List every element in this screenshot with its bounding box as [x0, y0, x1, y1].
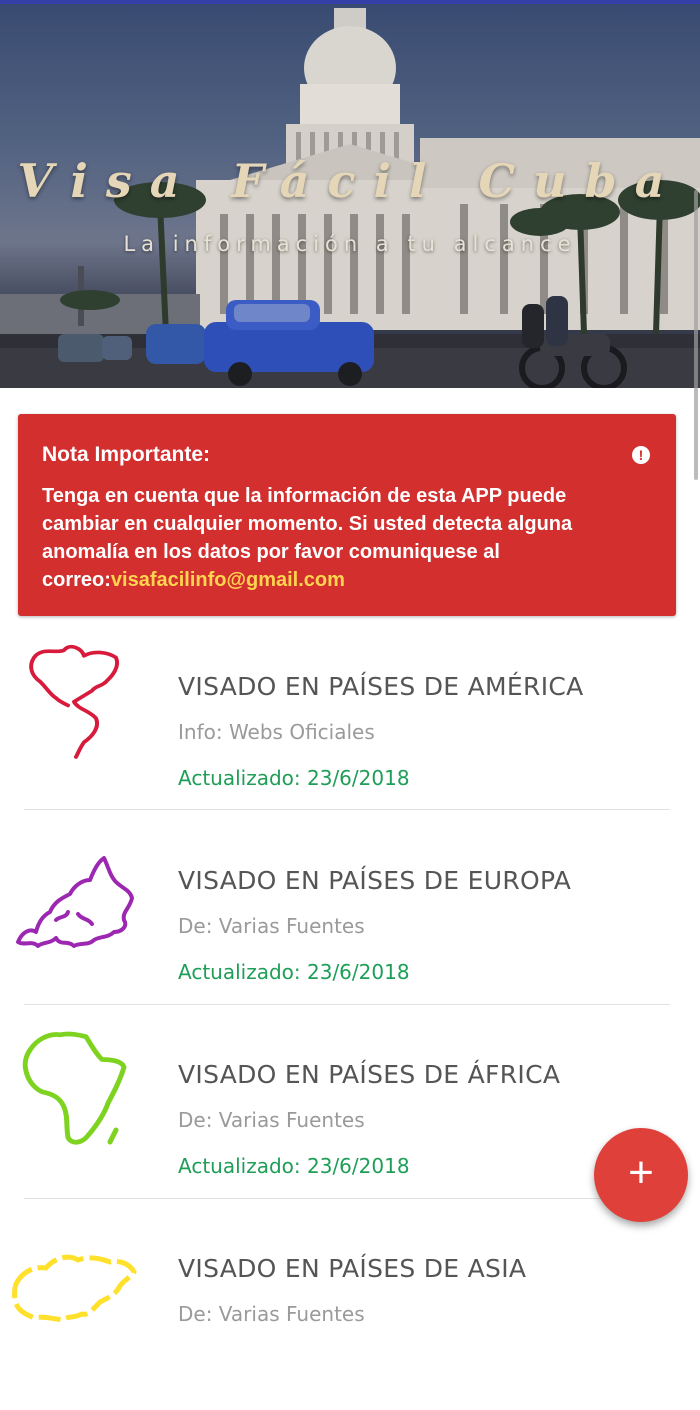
list-item-title: VISADO EN PAÍSES DE ÁFRICA — [178, 1060, 561, 1089]
asia-map-icon — [12, 1254, 137, 1323]
list-item-europe[interactable]: VISADO EN PAÍSES DE EUROPA De: Varias Fu… — [0, 828, 700, 1022]
list-divider — [24, 1004, 670, 1005]
list-item-updated: Actualizado: 23/6/2018 — [178, 1154, 410, 1178]
scrollbar[interactable] — [694, 190, 698, 480]
add-fab-button[interactable]: + — [594, 1128, 688, 1222]
africa-map-icon — [22, 1031, 127, 1145]
list-item-updated: Actualizado: 23/6/2018 — [178, 960, 410, 984]
note-title: Nota Importante: — [42, 443, 210, 466]
contact-email-link[interactable]: visafacilinfo@gmail.com — [111, 569, 345, 591]
list-item-updated: Actualizado: 23/6/2018 — [178, 766, 410, 790]
app-title: Visa Fácil Cuba — [17, 154, 683, 208]
list-item-title: VISADO EN PAÍSES DE ASIA — [178, 1254, 527, 1283]
note-body: Tenga en cuenta que la información de es… — [42, 482, 632, 594]
alert-circle-icon: ! — [632, 446, 650, 464]
list-item-america[interactable]: VISADO EN PAÍSES DE AMÉRICA Info: Webs O… — [0, 634, 700, 828]
list-item-asia[interactable]: VISADO EN PAÍSES DE ASIA De: Varias Fuen… — [0, 1216, 700, 1410]
list-item-subtitle: De: Varias Fuentes — [178, 914, 365, 938]
important-note-card: ! Nota Importante: Tenga en cuenta que l… — [18, 414, 676, 616]
list-item-subtitle: De: Varias Fuentes — [178, 1108, 365, 1132]
list-item-title: VISADO EN PAÍSES DE EUROPA — [178, 866, 572, 895]
list-item-subtitle: De: Varias Fuentes — [178, 1302, 365, 1326]
list-divider — [24, 809, 670, 810]
europe-map-icon — [16, 856, 134, 948]
hero-banner: Visa Fácil Cuba La información a tu alca… — [0, 4, 700, 388]
list-divider — [24, 1198, 670, 1199]
list-item-title: VISADO EN PAÍSES DE AMÉRICA — [178, 672, 584, 701]
app-subtitle: La información a tu alcance — [123, 232, 577, 256]
list-item-subtitle: Info: Webs Oficiales — [178, 720, 375, 744]
plus-icon: + — [628, 1148, 654, 1197]
americas-map-icon — [29, 644, 119, 759]
